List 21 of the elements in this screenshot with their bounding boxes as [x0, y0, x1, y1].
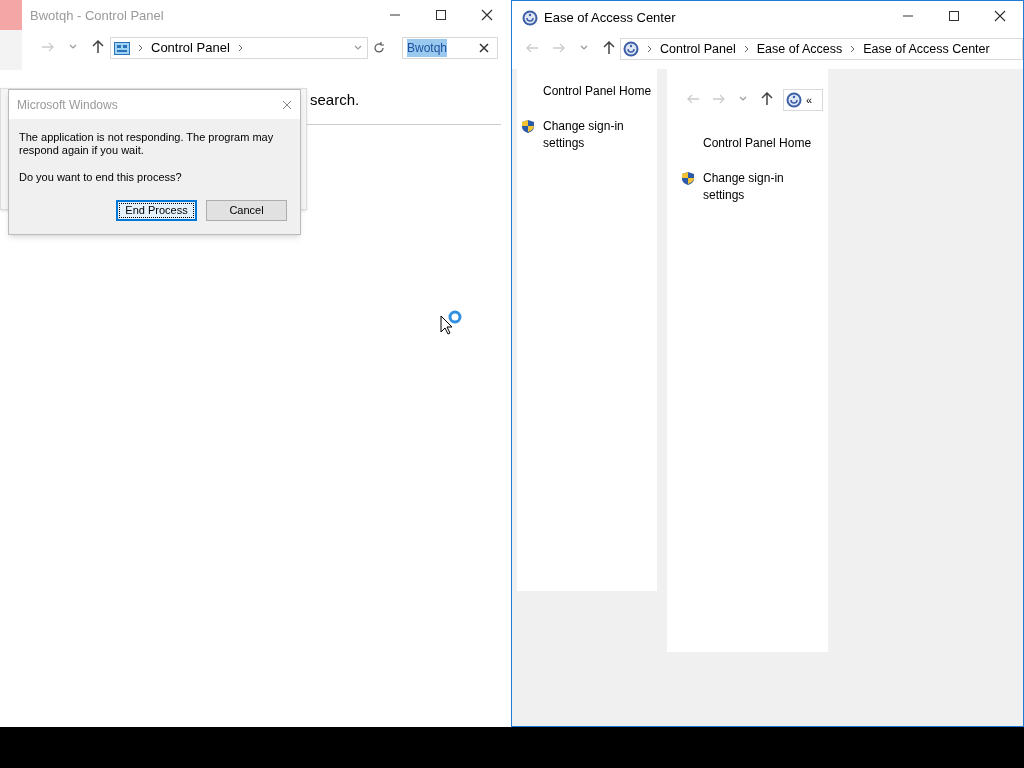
dialog-button[interactable]: Cancel	[206, 199, 287, 221]
breadcrumb[interactable]: Ease of Access Center	[863, 39, 990, 59]
dialog-message: The application is not responding. The program may respond again if you wait.	[19, 131, 275, 157]
dialog-title: Microsoft Windows	[17, 96, 118, 114]
window-title: Bwotqh - Control Panel	[30, 7, 164, 26]
address-bar[interactable]: Control Panel	[110, 37, 368, 59]
search-field[interactable]: Bwotqh	[402, 37, 498, 59]
address-bar[interactable]: «	[783, 89, 823, 111]
breadcrumb[interactable]: Control Panel	[151, 38, 230, 58]
address-bar[interactable]: Control Panel Ease of Access Ease of Access Center	[620, 38, 1023, 60]
sidebar-link[interactable]: Change sign-in settings	[703, 170, 813, 204]
sidebar-link[interactable]: Control Panel Home	[543, 83, 653, 100]
overflow-chevrons[interactable]: «	[806, 91, 813, 109]
dialog-button[interactable]: End Process	[116, 199, 197, 221]
window-title: Ease of Access Center	[544, 9, 676, 27]
body-text: search.	[310, 90, 360, 110]
dialog-question: Do you want to end this process?	[19, 170, 183, 185]
breadcrumb[interactable]: Ease of Access	[756, 39, 843, 59]
breadcrumb[interactable]: Control Panel	[660, 39, 736, 59]
sidebar-link[interactable]: Control Panel Home	[703, 135, 813, 152]
sidebar-link[interactable]: Change sign-in settings	[543, 118, 653, 152]
